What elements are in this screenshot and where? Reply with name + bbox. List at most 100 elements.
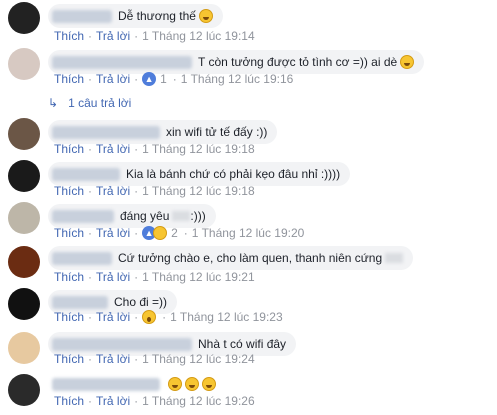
comment-text: Cho đi =)) xyxy=(114,295,168,309)
commenter-name[interactable] xyxy=(52,337,192,351)
wow-icon xyxy=(142,310,157,324)
haha-emoji-icon xyxy=(198,9,213,23)
blurred-content xyxy=(172,211,191,221)
commenter-name[interactable] xyxy=(52,9,112,23)
avatar[interactable] xyxy=(8,2,40,34)
reactions-badge[interactable] xyxy=(142,310,157,324)
like-button[interactable]: Thích xyxy=(54,29,84,43)
haha-emoji-icon xyxy=(202,377,216,391)
avatar[interactable] xyxy=(8,288,40,320)
like-button[interactable]: Thích xyxy=(54,226,84,240)
haha-emoji-icon xyxy=(168,377,182,391)
laugh-tear-emoji-icon xyxy=(400,55,415,69)
comment-actions: Thích · Trả lời · · 1 Tháng 12 lúc 19:23 xyxy=(54,310,283,324)
comment-text: Nhà t có wifi đây xyxy=(198,337,287,351)
separator: · xyxy=(134,270,139,284)
avatar[interactable] xyxy=(8,118,40,150)
comment-bubble: Kia là bánh chứ có phải kẹo đâu nhỉ :)))… xyxy=(48,162,351,186)
reply-button[interactable]: Trả lời xyxy=(96,310,130,324)
separator: · xyxy=(134,394,139,408)
reply-button[interactable]: Trả lời xyxy=(96,29,130,43)
comment-text: đáng yêu xyxy=(120,209,170,223)
reactions-badge[interactable]: ▲ 1 xyxy=(142,72,167,86)
haha-icon xyxy=(153,226,168,240)
reply-button[interactable]: Trả lời xyxy=(96,270,130,284)
reply-button[interactable]: Trả lời xyxy=(96,352,130,366)
comment-actions: Thích · Trả lời · 1 Tháng 12 lúc 19:21 xyxy=(54,270,255,284)
avatar[interactable] xyxy=(8,48,40,80)
avatar[interactable] xyxy=(8,160,40,192)
timestamp[interactable]: 1 Tháng 12 lúc 19:18 xyxy=(142,142,255,156)
separator: · xyxy=(134,184,139,198)
timestamp[interactable]: 1 Tháng 12 lúc 19:14 xyxy=(142,29,255,43)
avatar[interactable] xyxy=(8,374,40,406)
timestamp[interactable]: 1 Tháng 12 lúc 19:21 xyxy=(142,270,255,284)
commenter-name[interactable] xyxy=(52,209,114,223)
separator: · xyxy=(162,310,167,324)
avatar[interactable] xyxy=(8,246,40,278)
comment-actions: Thích · Trả lời · 1 Tháng 12 lúc 19:18 xyxy=(54,184,255,198)
comment-text: Dễ thương thế xyxy=(118,9,196,23)
timestamp[interactable]: 1 Tháng 12 lúc 19:20 xyxy=(192,226,305,240)
commenter-name[interactable] xyxy=(52,125,160,139)
avatar[interactable] xyxy=(8,202,40,234)
comment-text: xin wifi tử tế đấy :)) xyxy=(166,125,268,139)
comment-bubble: Cứ tưởng chào e, cho làm quen, thanh niê… xyxy=(48,246,414,270)
separator: · xyxy=(88,142,93,156)
comment-actions: Thích · Trả lời · ▲ 1 · 1 Tháng 12 lúc 1… xyxy=(54,72,293,86)
like-button[interactable]: Thích xyxy=(54,142,84,156)
commenter-name[interactable] xyxy=(52,167,120,181)
avatar[interactable] xyxy=(8,332,40,364)
like-button[interactable]: Thích xyxy=(54,270,84,284)
timestamp[interactable]: 1 Tháng 12 lúc 19:18 xyxy=(142,184,255,198)
reaction-count: 2 xyxy=(171,226,178,240)
comment-bubble xyxy=(48,372,226,396)
separator: · xyxy=(134,29,139,43)
separator: · xyxy=(88,270,93,284)
view-replies[interactable]: ↳ 1 câu trả lời xyxy=(48,96,131,110)
comment-text: Cứ tưởng chào e, cho làm quen, thanh niê… xyxy=(118,251,383,265)
reactions-badge[interactable]: ▲ 2 xyxy=(142,226,178,240)
separator: · xyxy=(88,184,93,198)
reply-arrow-icon: ↳ xyxy=(48,96,59,110)
commenter-name[interactable] xyxy=(52,55,192,69)
reply-count-link[interactable]: 1 câu trả lời xyxy=(68,96,131,110)
separator: · xyxy=(183,226,188,240)
comment-actions: Thích · Trả lời · 1 Tháng 12 lúc 19:26 xyxy=(54,394,255,408)
blurred-content xyxy=(385,253,404,263)
commenter-name[interactable] xyxy=(52,377,160,391)
comment-text: T còn tưởng được tỏ tình cơ =)) ai dè xyxy=(198,55,398,69)
separator: · xyxy=(88,72,93,86)
like-button[interactable]: Thích xyxy=(54,72,84,86)
haha-emoji-icon xyxy=(185,377,199,391)
commenter-name[interactable] xyxy=(52,295,108,309)
like-button[interactable]: Thích xyxy=(54,352,84,366)
reply-button[interactable]: Trả lời xyxy=(96,184,130,198)
commenter-name[interactable] xyxy=(52,251,112,265)
comment-bubble: đáng yêu :))) xyxy=(48,204,216,228)
comment-actions: Thích · Trả lời · 1 Tháng 12 lúc 19:14 xyxy=(54,29,255,43)
like-button[interactable]: Thích xyxy=(54,310,84,324)
separator: · xyxy=(88,29,93,43)
separator: · xyxy=(134,352,139,366)
separator: · xyxy=(172,72,177,86)
like-button[interactable]: Thích xyxy=(54,184,84,198)
reply-button[interactable]: Trả lời xyxy=(96,142,130,156)
reply-button[interactable]: Trả lời xyxy=(96,72,130,86)
comment-actions: Thích · Trả lời · ▲ 2 · 1 Tháng 12 lúc 1… xyxy=(54,226,304,240)
reply-button[interactable]: Trả lời xyxy=(96,394,130,408)
separator: · xyxy=(134,72,139,86)
separator: · xyxy=(88,226,93,240)
timestamp[interactable]: 1 Tháng 12 lúc 19:26 xyxy=(142,394,255,408)
timestamp[interactable]: 1 Tháng 12 lúc 19:24 xyxy=(142,352,255,366)
timestamp[interactable]: 1 Tháng 12 lúc 19:16 xyxy=(181,72,294,86)
reply-button[interactable]: Trả lời xyxy=(96,226,130,240)
separator: · xyxy=(88,394,93,408)
timestamp[interactable]: 1 Tháng 12 lúc 19:23 xyxy=(170,310,283,324)
like-icon: ▲ xyxy=(142,72,157,86)
comment-text: Kia là bánh chứ có phải kẹo đâu nhỉ :)))… xyxy=(126,167,341,181)
like-button[interactable]: Thích xyxy=(54,394,84,408)
separator: · xyxy=(88,310,93,324)
separator: · xyxy=(134,310,139,324)
separator: · xyxy=(134,226,139,240)
